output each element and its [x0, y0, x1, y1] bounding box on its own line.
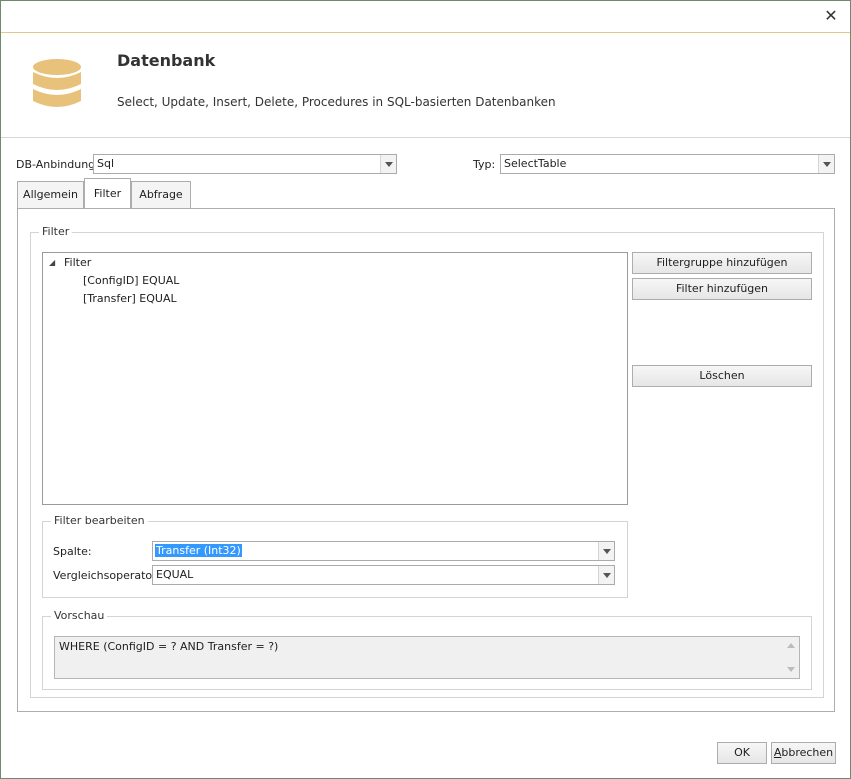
db-connection-select[interactable]: Sql [93, 154, 397, 174]
header-description: Select, Update, Insert, Delete, Procedur… [117, 95, 556, 109]
edit-filter-title: Filter bearbeiten [51, 514, 148, 527]
preview-title: Vorschau [51, 609, 108, 622]
column-select[interactable]: Transfer (Int32) [152, 541, 615, 561]
preview-text: WHERE (ConfigID = ? AND Transfer = ?) [59, 640, 279, 653]
tree-item-root[interactable]: Filter [64, 256, 91, 269]
tab-filter[interactable]: Filter [84, 178, 131, 208]
dialog-header: Datenbank Select, Update, Insert, Delete… [1, 34, 850, 138]
type-value: SelectTable [504, 157, 567, 170]
header-title: Datenbank [117, 51, 216, 70]
operator-select[interactable]: EQUAL [152, 565, 615, 585]
preview-groupbox: Vorschau WHERE (ConfigID = ? AND Transfe… [42, 609, 812, 690]
close-icon[interactable]: ✕ [822, 7, 840, 25]
collapse-triangle-icon[interactable]: ◢ [49, 258, 55, 267]
chevron-down-icon[interactable] [598, 542, 614, 560]
ok-button[interactable]: OK [717, 742, 767, 764]
scroll-up-icon[interactable] [787, 643, 795, 648]
scroll-down-icon[interactable] [787, 667, 795, 672]
operator-value: EQUAL [156, 568, 194, 581]
title-bar: ✕ [1, 1, 850, 33]
chevron-down-icon[interactable] [598, 566, 614, 584]
db-connection-label: DB-Anbindung: [16, 158, 99, 171]
cancel-button[interactable]: Abbrechen [771, 742, 836, 764]
column-value: Transfer (Int32) [155, 544, 242, 557]
filter-tree[interactable]: ◢ Filter [ConfigID] EQUAL [Transfer] EQU… [42, 252, 628, 505]
chevron-down-icon[interactable] [380, 155, 396, 173]
edit-filter-groupbox: Filter bearbeiten Spalte: Transfer (Int3… [42, 514, 628, 598]
filter-group-title: Filter [39, 225, 73, 238]
tab-panel-filter: Filter ◢ Filter [ConfigID] EQUAL [Transf… [17, 208, 835, 712]
type-label: Typ: [473, 158, 496, 171]
tree-item[interactable]: [Transfer] EQUAL [83, 292, 177, 305]
tree-item[interactable]: [ConfigID] EQUAL [83, 274, 179, 287]
add-filter-group-button[interactable]: Filtergruppe hinzufügen [632, 252, 812, 274]
add-filter-button[interactable]: Filter hinzufügen [632, 278, 812, 300]
preview-textbox[interactable]: WHERE (ConfigID = ? AND Transfer = ?) [54, 636, 800, 679]
db-connection-value: Sql [97, 157, 115, 170]
tab-allgemein[interactable]: Allgemein [17, 181, 84, 208]
chevron-down-icon[interactable] [818, 155, 834, 173]
delete-button[interactable]: Löschen [632, 365, 812, 387]
operator-label: Vergleichsoperator: [53, 569, 161, 582]
filter-groupbox: Filter ◢ Filter [ConfigID] EQUAL [Transf… [30, 225, 824, 698]
database-icon [33, 59, 81, 107]
column-label: Spalte: [53, 545, 92, 558]
type-select[interactable]: SelectTable [500, 154, 835, 174]
tab-abfrage[interactable]: Abfrage [131, 181, 191, 208]
dialog-window: ✕ Datenbank Select, Update, Insert, Dele… [0, 0, 851, 779]
